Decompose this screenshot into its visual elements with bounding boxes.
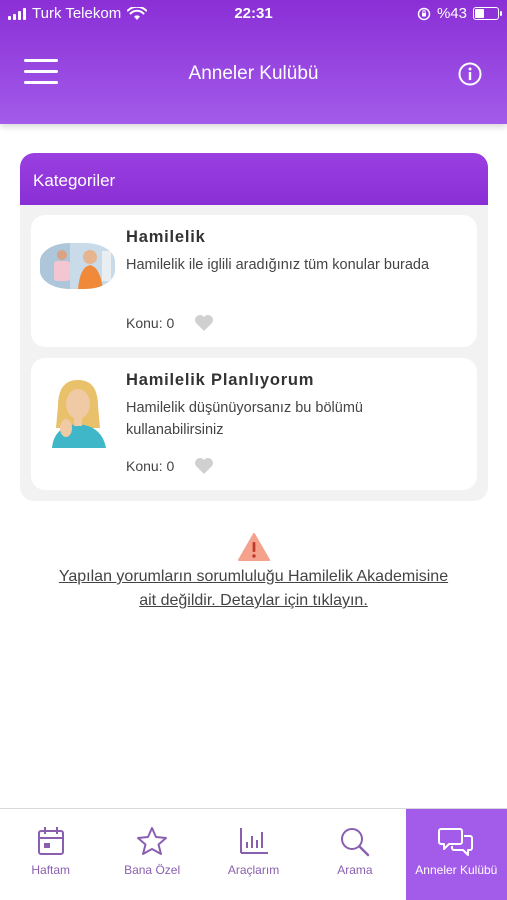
tab-haftam[interactable]: Haftam [0, 809, 101, 900]
topic-count: Konu: 0 [126, 315, 175, 331]
disclaimer-line-1: Yapılan yorumların sorumluluğu Hamilelik… [58, 568, 449, 585]
info-icon[interactable] [458, 62, 482, 86]
category-meta: Konu: 0 [126, 457, 214, 475]
category-thumbnail [44, 376, 114, 448]
chat-icon [438, 828, 474, 856]
category-title: Hamilelik Planlıyorum [126, 371, 315, 389]
search-icon [340, 828, 370, 857]
page-title: Anneler Kulübü [188, 63, 319, 84]
disclaimer-line-2: ait değildir. Detaylar için tıklayın. [139, 592, 368, 609]
battery-percent: %43 [436, 5, 467, 22]
warning-icon [238, 533, 270, 561]
tab-arama[interactable]: Arama [304, 809, 405, 900]
tab-label: Bana Özel [124, 863, 181, 877]
status-bar: Turk Telekom 22:31 %43 [0, 0, 507, 28]
tab-label: Haftam [31, 863, 71, 877]
app-header: Turk Telekom 22:31 %43 Anneler Kulübü [0, 0, 507, 124]
star-icon [137, 827, 168, 855]
tab-label: Arama [337, 863, 373, 877]
category-title: Hamilelik [126, 228, 206, 246]
disclaimer-link[interactable]: Yapılan yorumların sorumluluğu Hamilelik… [20, 565, 487, 613]
categories-heading: Kategoriler [20, 153, 488, 205]
tab-bar: Haftam Bana Özel Araçlarım Arama Anneler… [0, 808, 507, 900]
calendar-icon [37, 827, 64, 855]
battery-fill [475, 9, 485, 18]
screen: Turk Telekom 22:31 %43 Anneler Kulübü Ka… [0, 0, 507, 900]
tab-anneler-kulubu[interactable]: Anneler Kulübü [405, 809, 507, 900]
tab-label: Araçlarım [227, 863, 280, 877]
category-card-hamilelik[interactable]: Hamilelik Hamilelik ile iglili aradığını… [31, 215, 477, 347]
tab-bana-ozel[interactable]: Bana Özel [101, 809, 202, 900]
topic-count: Konu: 0 [126, 458, 175, 474]
tab-label: Anneler Kulübü [415, 863, 498, 877]
categories-panel: Kategoriler Hamilelik Hamilelik ile igli… [20, 153, 488, 501]
category-description: Hamilelik ile iglili aradığınız tüm konu… [126, 257, 430, 273]
category-thumbnail [40, 243, 115, 289]
status-right: %43 [417, 5, 502, 22]
battery-icon [473, 7, 502, 20]
bar-chart-icon [239, 828, 268, 854]
category-meta: Konu: 0 [126, 314, 214, 332]
heart-icon[interactable] [194, 314, 214, 332]
tab-araclarim[interactable]: Araçlarım [203, 809, 304, 900]
heart-icon[interactable] [194, 457, 214, 475]
category-description: Hamilelik düşünüyorsanız bu bölümü kulla… [126, 400, 363, 438]
orientation-lock-icon [417, 7, 431, 20]
category-card-hamilelik-planliyorum[interactable]: Hamilelik Planlıyorum Hamilelik düşünüyo… [31, 358, 477, 490]
